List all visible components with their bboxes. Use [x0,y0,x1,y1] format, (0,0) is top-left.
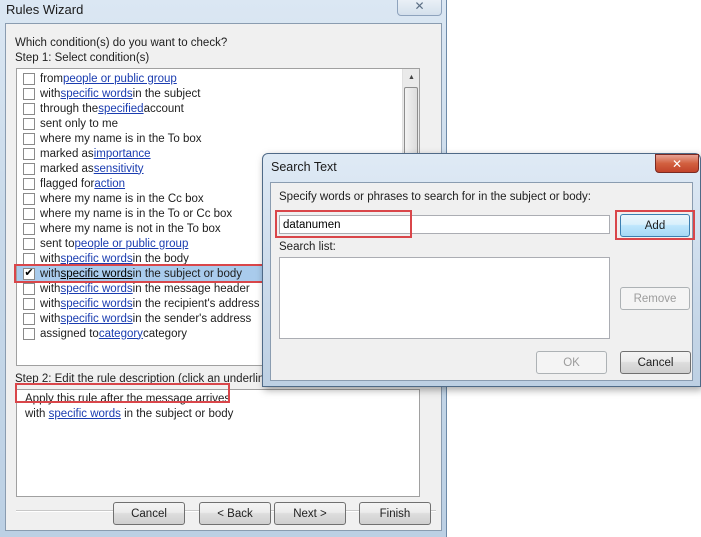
condition-item[interactable]: where my name is in the To box [17,131,401,146]
condition-link[interactable]: people or public group [75,238,189,250]
search-list-label: Search list: [279,241,336,253]
condition-checkbox[interactable] [23,327,35,340]
condition-checkbox[interactable] [23,147,35,160]
condition-checkbox[interactable] [23,252,35,265]
description-text: with [25,408,49,420]
condition-text: with [40,312,61,325]
condition-checkbox[interactable] [23,102,35,115]
highlight-selected-condition [14,264,277,283]
close-icon: ✕ [414,0,425,13]
condition-text: with [40,297,61,310]
condition-checkbox[interactable] [23,222,35,235]
search-text-close-button[interactable]: ✕ [655,154,699,173]
next-button[interactable]: Next > [274,502,346,525]
condition-link[interactable]: category [99,328,143,340]
rule-description-box: Apply this rule after the message arrive… [16,389,420,497]
condition-text: marked as [40,162,94,175]
condition-text: in the body [132,252,189,265]
condition-text: flagged for [40,177,95,190]
condition-checkbox[interactable] [23,177,35,190]
condition-checkbox[interactable] [23,297,35,310]
condition-checkbox[interactable] [23,312,35,325]
condition-text: account [143,102,184,115]
condition-text: assigned to [40,327,99,340]
scroll-thumb[interactable] [404,87,418,157]
condition-text: in the subject [132,87,201,100]
condition-checkbox[interactable] [23,192,35,205]
highlight-add-button [615,210,695,240]
description-text: in the subject or body [120,408,234,420]
condition-text: from [40,72,63,85]
condition-link[interactable]: sensitivity [94,163,144,175]
condition-item[interactable]: with specific words in the subject [17,86,401,101]
cancel-button[interactable]: Cancel [620,351,691,374]
condition-text: with [40,252,61,265]
remove-button[interactable]: Remove [620,287,690,310]
finish-button[interactable]: Finish [359,502,431,525]
condition-text: sent only to me [40,117,118,130]
condition-question: Which condition(s) do you want to check? [15,37,228,49]
back-button[interactable]: < Back [199,502,271,525]
search-text-title: Search Text [271,160,337,174]
rules-wizard-title: Rules Wizard [6,2,84,17]
condition-link[interactable]: people or public group [63,73,177,85]
ok-button[interactable]: OK [536,351,607,374]
condition-link[interactable]: specific words [60,253,132,265]
condition-checkbox[interactable] [23,282,35,295]
search-text-dialog: Search Text ✕ Specify words or phrases t… [262,153,701,387]
step1-label: Step 1: Select condition(s) [15,52,150,64]
condition-text: where my name is in the To or Cc box [40,207,233,220]
condition-text: with [40,87,61,100]
condition-checkbox[interactable] [23,72,35,85]
search-list[interactable] [279,257,610,339]
condition-text: in the message header [132,282,250,295]
highlight-input [275,210,412,238]
condition-text: sent to [40,237,75,250]
condition-text: where my name is in the Cc box [40,192,204,205]
search-prompt: Specify words or phrases to search for i… [279,191,591,203]
highlight-description [15,383,230,403]
condition-text: with [40,282,61,295]
condition-link[interactable]: importance [94,148,151,160]
scroll-up-button[interactable]: ▲ [403,69,419,86]
condition-checkbox[interactable] [23,237,35,250]
arrow-up-icon: ▲ [408,74,415,81]
description-line-2: with specific words in the subject or bo… [25,408,233,420]
condition-link[interactable]: action [94,178,125,190]
condition-link[interactable]: specific words [60,313,132,325]
condition-text: marked as [40,147,94,160]
condition-checkbox[interactable] [23,207,35,220]
condition-link[interactable]: specified [98,103,143,115]
condition-checkbox[interactable] [23,117,35,130]
condition-text: category [142,327,188,340]
condition-checkbox[interactable] [23,87,35,100]
condition-link[interactable]: specific words [60,283,132,295]
condition-checkbox[interactable] [23,162,35,175]
condition-item[interactable]: sent only to me [17,116,401,131]
condition-checkbox[interactable] [23,132,35,145]
condition-text: in the sender's address [132,312,252,325]
condition-text: in the recipient's address [132,297,260,310]
condition-item[interactable]: from people or public group [17,71,401,86]
search-text-client: Specify words or phrases to search for i… [270,182,695,381]
cancel-button[interactable]: Cancel [113,502,185,525]
condition-link[interactable]: specific words [60,88,132,100]
condition-link[interactable]: specific words [60,298,132,310]
condition-text: where my name is not in the To box [40,222,221,235]
condition-text: where my name is in the To box [40,132,202,145]
rules-wizard-close-button[interactable]: ✕ [397,0,442,16]
close-icon: ✕ [671,156,683,171]
condition-text: through the [40,102,99,115]
specific-words-link[interactable]: specific words [49,408,121,420]
condition-item[interactable]: through the specified account [17,101,401,116]
